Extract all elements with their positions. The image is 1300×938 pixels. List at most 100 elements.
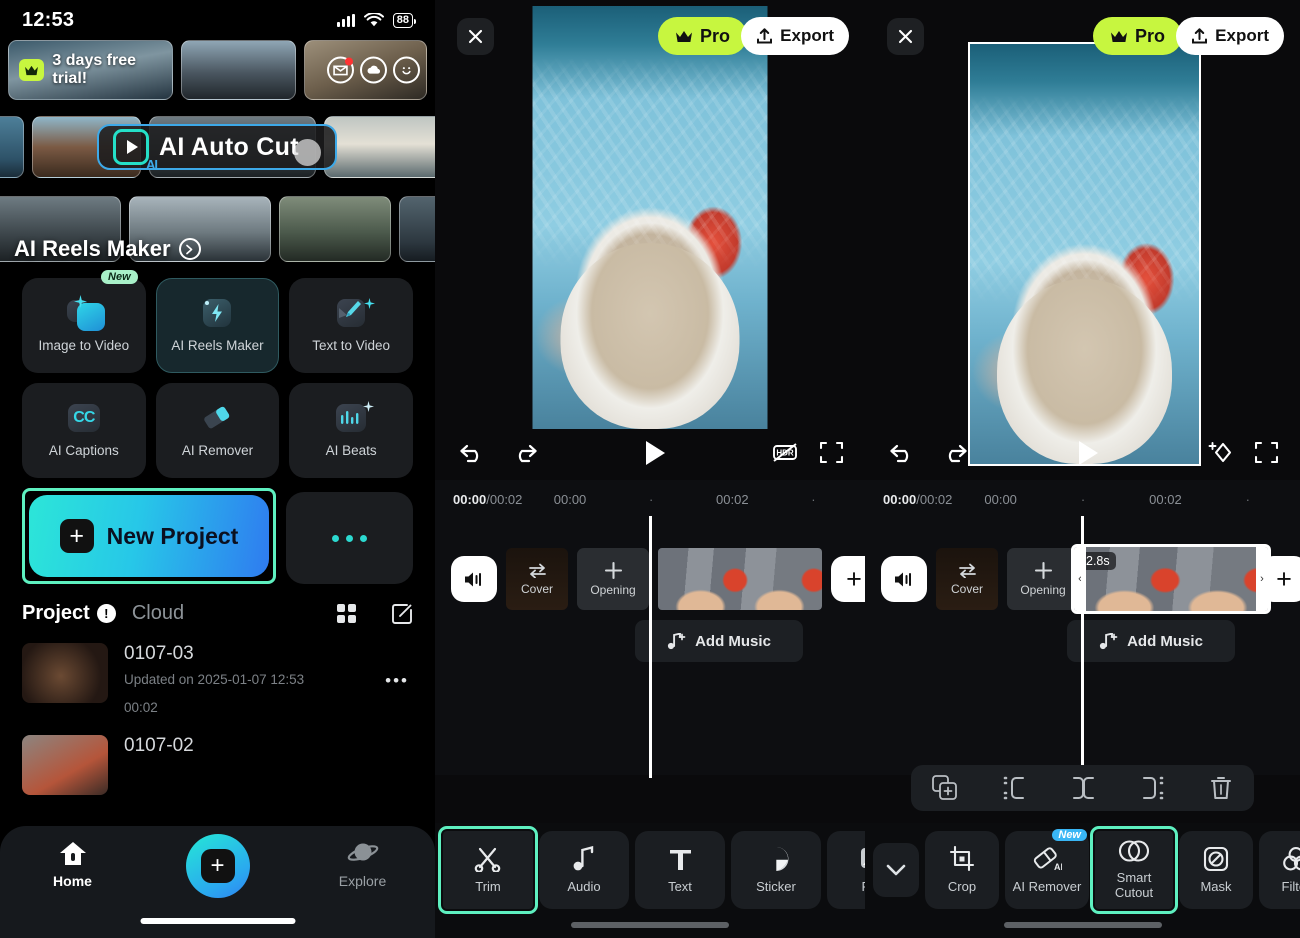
- pro-upgrade-button[interactable]: Pro: [1092, 17, 1182, 55]
- volume-icon[interactable]: [881, 556, 927, 602]
- exclamation-icon[interactable]: !: [96, 604, 116, 623]
- redo-icon[interactable]: [941, 442, 968, 464]
- mail-icon[interactable]: [327, 56, 354, 84]
- opening-label: Opening: [590, 583, 636, 597]
- timeline-ruler: 00:00 · 00:02 ·: [952, 492, 1282, 507]
- volume-icon[interactable]: [451, 556, 497, 602]
- grid-view-icon[interactable]: [336, 603, 357, 624]
- toolbar-scrollbar[interactable]: [571, 922, 729, 928]
- plus-fab-icon[interactable]: +: [185, 834, 250, 898]
- cloud-icon[interactable]: [360, 56, 387, 84]
- toolbar-item-pip[interactable]: PIP: [827, 831, 865, 909]
- undo-icon[interactable]: [889, 442, 916, 464]
- ai-reels-maker-banner[interactable]: AI Reels Maker: [0, 196, 435, 268]
- video-clip[interactable]: [658, 548, 822, 610]
- timeline-playhead[interactable]: [649, 516, 652, 778]
- toolbar-item-sticker[interactable]: Sticker: [731, 831, 821, 909]
- new-project-button[interactable]: + New Project: [29, 495, 269, 577]
- timeline-time-row: 00:00/00:02 00:00 · 00:02 ·: [435, 480, 865, 507]
- add-music-button[interactable]: Add Music: [1067, 620, 1235, 662]
- close-icon[interactable]: [887, 18, 924, 55]
- undo-icon[interactable]: [459, 442, 486, 464]
- toolbar-item-audio[interactable]: Audio: [539, 831, 629, 909]
- cover-button[interactable]: Cover: [506, 548, 568, 610]
- project-name: 0107-03: [124, 643, 194, 664]
- promo-thumb-city[interactable]: [181, 40, 296, 100]
- toolbar-item-ai-remover[interactable]: New AI AI Remover: [1005, 829, 1089, 909]
- timeline-area: 00:00/00:02 00:00 · 00:02 · Cover Openin…: [865, 480, 1300, 778]
- tool-image-to-video[interactable]: New Image to Video: [22, 270, 146, 373]
- pro-upgrade-button[interactable]: Pro: [657, 17, 747, 55]
- toolbar-item-smart-cutout[interactable]: Smart Cutout: [1090, 826, 1178, 914]
- selected-video-clip[interactable]: 2.8s ‹ ›: [1071, 544, 1271, 614]
- opening-label: Opening: [1020, 583, 1066, 597]
- tool-text-to-video[interactable]: Text to Video: [289, 278, 413, 373]
- scissors-icon: [474, 847, 501, 872]
- opening-button[interactable]: Opening: [577, 548, 649, 610]
- export-button[interactable]: Export: [741, 17, 849, 55]
- nav-item-home[interactable]: Home: [23, 840, 123, 889]
- close-icon[interactable]: [457, 18, 494, 55]
- add-clip-button[interactable]: +: [831, 556, 865, 602]
- toolbar-label: Text: [668, 878, 692, 894]
- toolbar-item-mask[interactable]: Mask: [1179, 831, 1253, 909]
- split-left-icon[interactable]: [1001, 776, 1028, 800]
- video-preview[interactable]: [532, 6, 768, 429]
- tool-ai-reels-maker[interactable]: AI Reels Maker: [155, 278, 280, 373]
- reels-thumb-4[interactable]: [398, 196, 435, 262]
- play-icon[interactable]: [645, 440, 665, 465]
- ai-auto-cut-pill[interactable]: AI AI Auto Cut: [97, 124, 337, 172]
- trash-icon[interactable]: [1209, 775, 1233, 801]
- thumb-sea[interactable]: [0, 116, 25, 178]
- tool-ai-remover[interactable]: AI Remover: [155, 383, 280, 478]
- project-menu-button[interactable]: •••: [385, 671, 409, 691]
- new-project-label: New Project: [106, 522, 239, 549]
- clip-trim-handle-right[interactable]: ›: [1256, 547, 1268, 611]
- more-options-tile[interactable]: [286, 492, 413, 584]
- reels-thumb-3[interactable]: [279, 196, 391, 262]
- music-note-plus-icon: [667, 632, 686, 649]
- opening-button[interactable]: Opening: [1007, 548, 1079, 610]
- toolbar-item-trim[interactable]: Trim: [438, 826, 538, 914]
- magic-diamond-icon[interactable]: [1208, 441, 1233, 465]
- promo-thumb-market[interactable]: [303, 40, 427, 100]
- ai-reels-maker-icon: [198, 298, 236, 328]
- nav-label: Explore: [338, 873, 387, 889]
- nav-item-explore[interactable]: Explore: [313, 840, 413, 889]
- smiley-icon[interactable]: [393, 56, 420, 84]
- chevron-right-circle-icon[interactable]: [178, 238, 201, 260]
- timeline-playhead[interactable]: [1081, 516, 1084, 778]
- clip-trim-handle-left[interactable]: ‹: [1074, 547, 1086, 611]
- plus-icon: [604, 561, 622, 580]
- fullscreen-icon[interactable]: [1255, 441, 1278, 465]
- split-right-icon[interactable]: [1139, 776, 1166, 800]
- eraser-icon: [198, 403, 236, 433]
- fullscreen-icon[interactable]: [820, 441, 843, 464]
- toolbar-item-crop[interactable]: Crop: [925, 831, 999, 909]
- list-item[interactable]: 0107-03 Updated on 2025-01-07 12:53 00:0…: [0, 633, 435, 725]
- tool-ai-captions[interactable]: CC AI Captions: [22, 383, 146, 478]
- tab-project[interactable]: Project !: [22, 602, 116, 625]
- toolbar-item-filter[interactable]: Filter: [1259, 831, 1300, 909]
- list-item[interactable]: 0107-02: [0, 725, 435, 805]
- chevron-down-icon[interactable]: [873, 843, 919, 897]
- cover-label: Cover: [520, 581, 553, 596]
- ruler-tick: 00:00: [984, 492, 1017, 507]
- tool-ai-beats[interactable]: AI Beats: [289, 383, 413, 478]
- redo-icon[interactable]: [511, 442, 538, 464]
- edit-square-icon[interactable]: [391, 603, 413, 625]
- duplicate-icon[interactable]: [932, 775, 958, 801]
- export-button[interactable]: Export: [1176, 17, 1284, 55]
- thumb-buildings[interactable]: [324, 116, 435, 178]
- hdr-off-icon[interactable]: HDR: [772, 441, 798, 464]
- video-preview-selected[interactable]: [968, 42, 1201, 466]
- toolbar-scrollbar[interactable]: [1003, 922, 1162, 928]
- cover-button[interactable]: Cover: [936, 548, 998, 610]
- nav-item-create[interactable]: +: [168, 834, 268, 898]
- tab-cloud[interactable]: Cloud: [132, 602, 184, 625]
- promo-trial-card[interactable]: 3 days free trial!: [8, 40, 174, 100]
- add-music-button[interactable]: Add Music: [635, 620, 803, 662]
- toolbar-item-text[interactable]: Text: [635, 831, 725, 909]
- split-center-icon[interactable]: [1070, 776, 1097, 800]
- play-icon[interactable]: [1078, 440, 1098, 465]
